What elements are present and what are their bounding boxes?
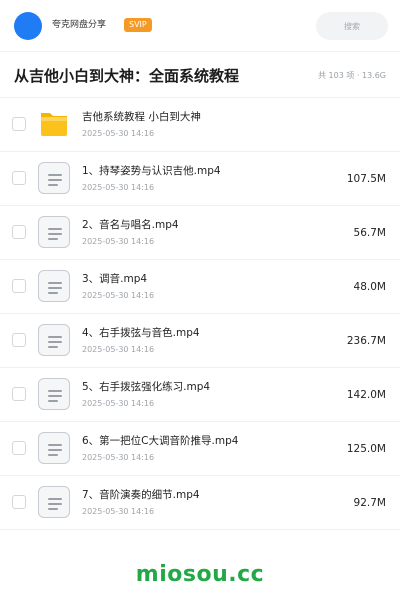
document-file-icon [38, 432, 70, 464]
document-file-icon [38, 270, 70, 302]
page-title: 从吉他小白到大神：全面系统教程 [14, 67, 240, 85]
item-size: 48.0M [353, 281, 386, 293]
item-date: 2025-05-30 14:16 [82, 183, 155, 192]
item-date: 2025-05-30 14:16 [82, 453, 155, 462]
list-item[interactable]: 1、持琴姿势与认识吉他.mp4 2025-05-30 14:16 107.5M [0, 152, 400, 206]
list-item-folder[interactable]: 吉他系统教程 小白到大神 2025-05-30 14:16 [0, 98, 400, 152]
folder-header: 从吉他小白到大神：全面系统教程 共 103 项 · 13.6G [0, 52, 400, 98]
list-item[interactable]: 6、第一把位C大调音阶推导.mp4 2025-05-30 14:16 125.0… [0, 422, 400, 476]
document-file-icon [38, 378, 70, 410]
item-name: 吉他系统教程 小白到大神 [82, 111, 201, 123]
item-date: 2025-05-30 14:16 [82, 345, 155, 354]
item-name: 2、音名与唱名.mp4 [82, 219, 179, 231]
document-file-icon [38, 486, 70, 518]
folder-icon [38, 108, 70, 140]
username: 夸克网盘分享 [52, 20, 107, 30]
svip-badge: SVIP [124, 18, 152, 32]
list-item[interactable]: 7、音阶演奏的细节.mp4 2025-05-30 14:16 92.7M [0, 476, 400, 530]
item-size: 236.7M [346, 335, 386, 347]
item-count-size: 共 103 项 · 13.6G [318, 71, 386, 80]
checkbox[interactable] [12, 495, 26, 509]
document-file-icon [38, 216, 70, 248]
item-name: 5、右手拨弦强化练习.mp4 [82, 381, 211, 393]
checkbox[interactable] [12, 333, 26, 347]
list-item[interactable]: 2、音名与唱名.mp4 2025-05-30 14:16 56.7M [0, 206, 400, 260]
avatar[interactable] [14, 12, 42, 40]
search-input[interactable] [316, 12, 388, 40]
item-name: 6、第一把位C大调音阶推导.mp4 [82, 435, 239, 447]
watermark-text: miosou.cc [135, 562, 265, 587]
file-list: 吉他系统教程 小白到大神 2025-05-30 14:16 1、持琴姿势与认识吉… [0, 98, 400, 530]
item-name: 4、右手拨弦与音色.mp4 [82, 327, 200, 339]
item-date: 2025-05-30 14:16 [82, 291, 155, 300]
list-item[interactable]: 3、调音.mp4 2025-05-30 14:16 48.0M [0, 260, 400, 314]
item-date: 2025-05-30 14:16 [82, 399, 155, 408]
item-date: 2025-05-30 14:16 [82, 507, 155, 516]
list-item[interactable]: 5、右手拨弦强化练习.mp4 2025-05-30 14:16 142.0M [0, 368, 400, 422]
item-name: 3、调音.mp4 [82, 273, 148, 285]
item-size: 107.5M [346, 173, 386, 185]
item-size: 142.0M [346, 389, 386, 401]
document-file-icon [38, 324, 70, 356]
item-name: 1、持琴姿势与认识吉他.mp4 [82, 165, 221, 177]
item-size: 92.7M [353, 497, 386, 509]
checkbox[interactable] [12, 441, 26, 455]
item-name: 7、音阶演奏的细节.mp4 [82, 489, 200, 501]
checkbox[interactable] [12, 171, 26, 185]
top-bar: 夸克网盘分享 SVIP [0, 0, 400, 52]
item-date: 2025-05-30 14:16 [82, 237, 155, 246]
checkbox[interactable] [12, 387, 26, 401]
checkbox[interactable] [12, 279, 26, 293]
item-size: 125.0M [346, 443, 386, 455]
checkbox[interactable] [12, 225, 26, 239]
document-file-icon [38, 162, 70, 194]
item-size: 56.7M [353, 227, 386, 239]
list-item[interactable]: 4、右手拨弦与音色.mp4 2025-05-30 14:16 236.7M [0, 314, 400, 368]
item-date: 2025-05-30 14:16 [82, 129, 155, 138]
checkbox[interactable] [12, 117, 26, 131]
